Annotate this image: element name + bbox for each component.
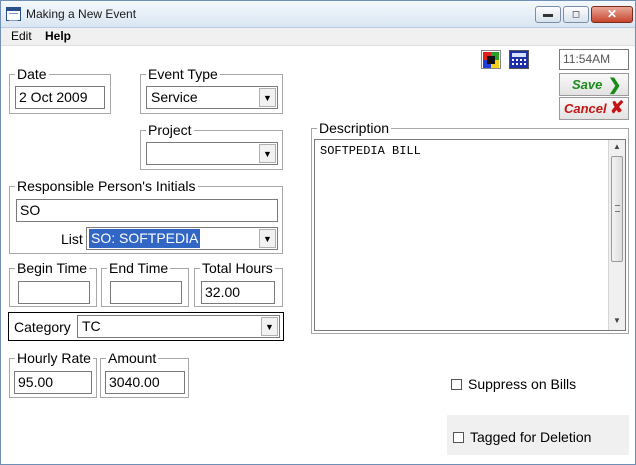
suppress-on-bills-label: Suppress on Bills <box>468 376 577 392</box>
amount-group: Amount 3040.00 <box>100 351 189 398</box>
chevron-down-icon[interactable]: ▼ <box>261 317 278 336</box>
hourly-rate-field[interactable]: 95.00 <box>14 371 92 394</box>
red-x-icon: ✘ <box>610 98 625 117</box>
save-button[interactable]: Save ❯ <box>559 73 629 96</box>
check-arrow-icon: ❯ <box>608 77 622 94</box>
menu-help[interactable]: Help <box>45 29 71 43</box>
end-time-label: End Time <box>107 260 171 276</box>
responsible-list-value: SO: SOFTPEDIA <box>89 229 201 248</box>
scrollbar-thumb[interactable] <box>611 156 623 262</box>
app-icon <box>6 7 21 21</box>
description-group: Description SOFTPEDIA BILL ▲ ▼ <box>311 121 629 334</box>
date-field[interactable]: 2 Oct 2009 <box>15 86 105 109</box>
cancel-button[interactable]: Cancel ✘ <box>559 97 629 120</box>
menu-edit[interactable]: Edit <box>11 29 32 43</box>
checkbox-box[interactable] <box>453 431 464 443</box>
scroll-down-icon[interactable]: ▼ <box>613 316 621 325</box>
menu-bar: Edit Help <box>1 28 635 46</box>
calculator-icon[interactable] <box>509 50 529 69</box>
minimize-button[interactable]: ▬ <box>535 6 561 23</box>
hourly-rate-label: Hourly Rate <box>15 350 93 366</box>
responsible-person-label: Responsible Person's Initials <box>15 178 198 194</box>
end-time-group: End Time <box>101 261 189 307</box>
hourly-rate-group: Hourly Rate 95.00 <box>9 351 97 398</box>
tagged-panel: Tagged for Deletion <box>447 415 629 455</box>
begin-time-field[interactable] <box>18 281 90 304</box>
date-group: Date 2 Oct 2009 <box>9 67 111 114</box>
begin-time-label: Begin Time <box>15 260 90 276</box>
category-value: TC <box>82 318 101 334</box>
project-value <box>149 144 153 163</box>
clock-display: 11:54AM <box>559 49 629 70</box>
description-text: SOFTPEDIA BILL <box>320 144 421 158</box>
category-select[interactable]: TC ▼ <box>77 315 280 338</box>
maximize-button[interactable]: ◻ <box>563 6 589 23</box>
app-window: Making a New Event ▬ ◻ ✕ Edit Help 11:54… <box>0 0 636 465</box>
total-hours-group: Total Hours 32.00 <box>194 261 283 307</box>
event-type-select[interactable]: Service ▼ <box>146 86 278 109</box>
event-type-label: Event Type <box>146 66 220 82</box>
title-bar: Making a New Event ▬ ◻ ✕ <box>1 1 635 28</box>
amount-field[interactable]: 3040.00 <box>105 371 185 394</box>
total-hours-label: Total Hours <box>200 260 275 276</box>
close-button[interactable]: ✕ <box>591 6 633 23</box>
tagged-for-deletion-label: Tagged for Deletion <box>470 429 592 445</box>
project-group: Project ▼ <box>140 123 283 170</box>
amount-label: Amount <box>106 350 159 366</box>
suppress-on-bills-checkbox[interactable]: Suppress on Bills <box>451 376 576 392</box>
responsible-initials-field[interactable]: SO <box>16 199 278 222</box>
event-type-group: Event Type Service ▼ <box>140 67 283 114</box>
cancel-button-label: Cancel <box>564 101 607 116</box>
responsible-person-group: Responsible Person's Initials SO List SO… <box>9 179 283 254</box>
total-hours-field[interactable]: 32.00 <box>201 281 275 304</box>
color-palette-icon[interactable] <box>481 50 501 69</box>
category-label: Category <box>14 319 71 335</box>
list-label: List <box>61 231 83 247</box>
chevron-down-icon[interactable]: ▼ <box>259 88 276 107</box>
begin-time-group: Begin Time <box>9 261 97 307</box>
event-type-value: Service <box>151 89 198 105</box>
category-group: Category TC ▼ <box>8 312 284 341</box>
save-button-label: Save <box>572 77 603 92</box>
window-title: Making a New Event <box>26 7 137 21</box>
responsible-list-select[interactable]: SO: SOFTPEDIA ▼ <box>86 227 278 250</box>
chevron-down-icon[interactable]: ▼ <box>259 229 276 248</box>
chevron-down-icon[interactable]: ▼ <box>259 144 276 163</box>
end-time-field[interactable] <box>110 281 182 304</box>
description-scrollbar[interactable]: ▲ ▼ <box>608 140 625 330</box>
description-textarea[interactable]: SOFTPEDIA BILL ▲ ▼ <box>314 139 626 331</box>
description-label: Description <box>317 120 392 136</box>
project-select[interactable]: ▼ <box>146 142 278 165</box>
date-label: Date <box>15 66 49 82</box>
checkbox-box[interactable] <box>451 378 462 390</box>
scroll-up-icon[interactable]: ▲ <box>613 142 621 151</box>
project-label: Project <box>146 122 194 138</box>
tagged-for-deletion-checkbox[interactable]: Tagged for Deletion <box>453 429 591 445</box>
